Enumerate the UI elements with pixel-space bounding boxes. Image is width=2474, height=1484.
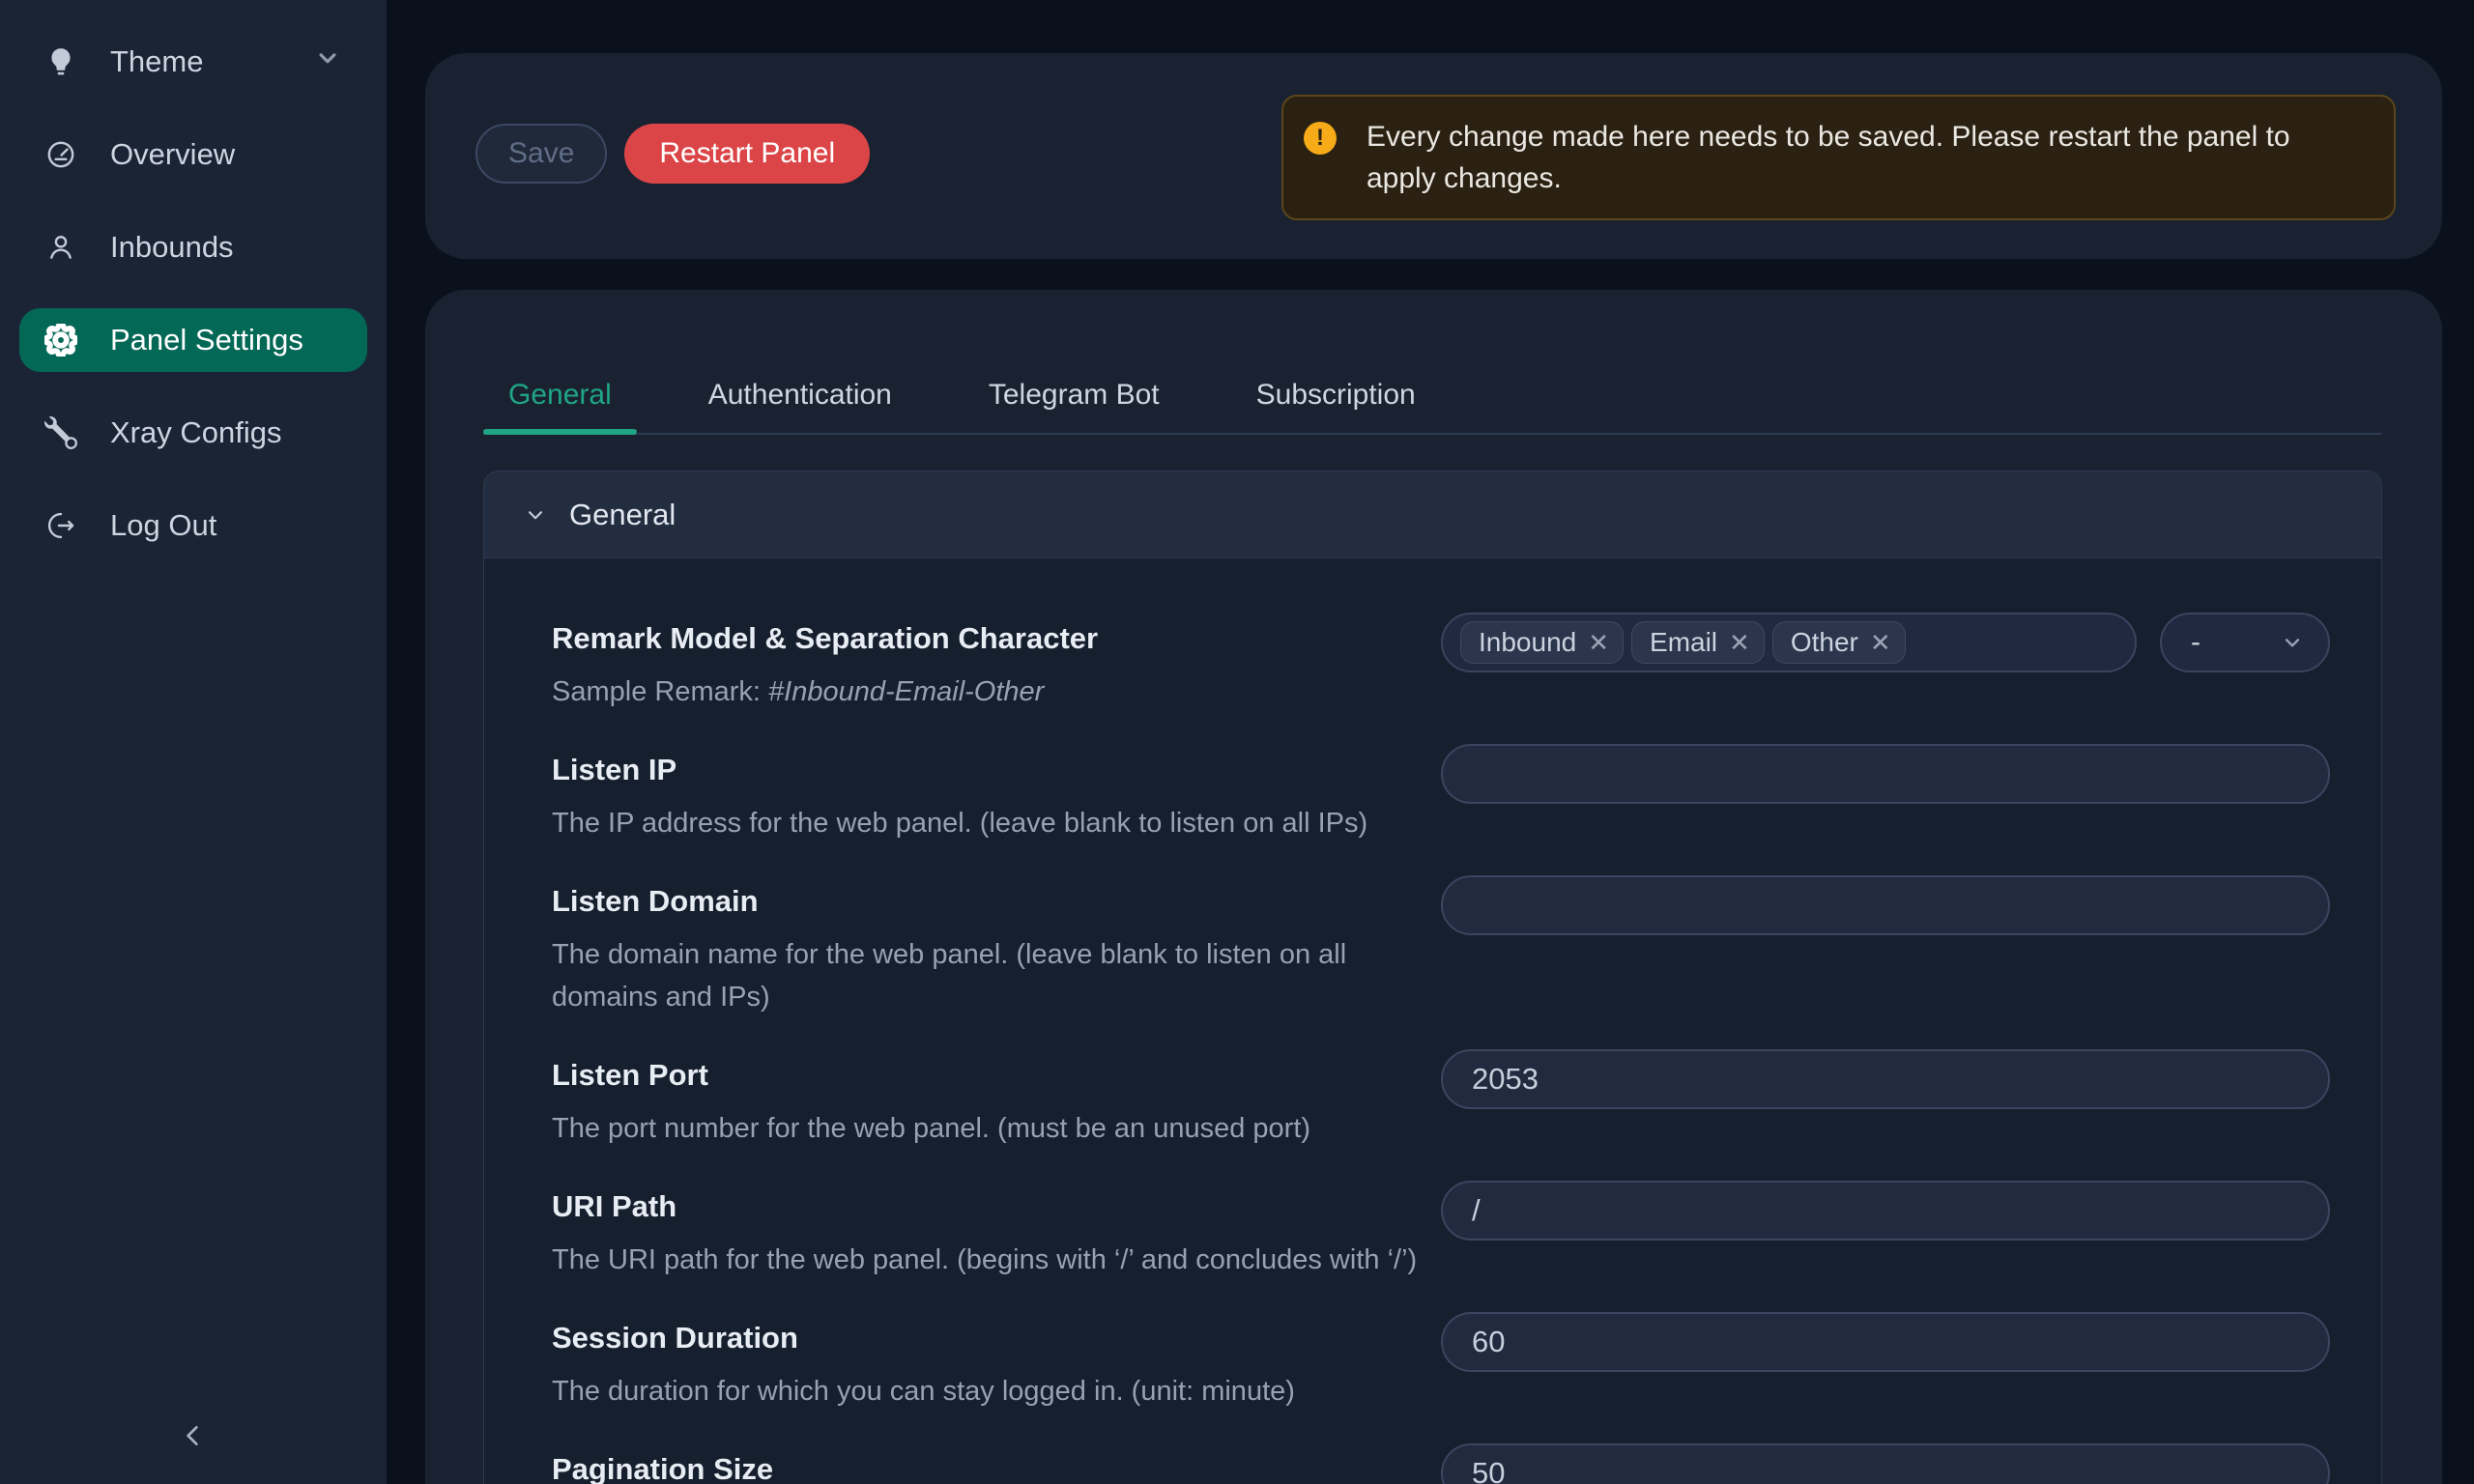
form-row-listen-ip: Listen IP The IP address for the web pan… [552,744,2328,844]
form-row-left: Pagination Size [552,1443,1441,1484]
warning-alert-text: Every change made here needs to be saved… [1366,116,2362,199]
form-row-left: Listen IP The IP address for the web pan… [552,744,1441,844]
form-row-control [1441,744,2330,844]
session-duration-input[interactable] [1441,1312,2330,1372]
remark-tag: Inbound ✕ [1460,621,1624,664]
user-icon [44,231,77,264]
sample-remark-value: #Inbound-Email-Other [768,676,1044,707]
form-row-uri-path: URI Path The URI path for the web panel.… [552,1181,2328,1281]
field-help: The domain name for the web panel. (leav… [552,933,1412,1018]
warning-alert: ! Every change made here needs to be sav… [1281,95,2396,220]
close-icon[interactable]: ✕ [1729,630,1750,655]
wrench-icon [44,416,77,449]
toolbar-card: Save Restart Panel ! Every change made h… [425,53,2442,259]
form-row-left: Remark Model & Separation Character Samp… [552,613,1441,713]
settings-card: General Authentication Telegram Bot Subs… [425,290,2442,1484]
field-label: Remark Model & Separation Character [552,620,1412,657]
close-icon[interactable]: ✕ [1588,630,1609,655]
field-label: Listen Port [552,1057,1412,1094]
sidebar-item-label: Overview [110,137,235,172]
field-label: Pagination Size [552,1451,1412,1484]
form-row-listen-domain: Listen Domain The domain name for the we… [552,875,2328,1018]
uri-path-input[interactable] [1441,1181,2330,1241]
field-help: The URI path for the web panel. (begins … [552,1239,1412,1281]
save-button[interactable]: Save [475,124,607,184]
sidebar-item-xray-configs[interactable]: Xray Configs [19,401,367,465]
field-help: Sample Remark: #Inbound-Email-Other [552,671,1412,713]
remark-tag: Email ✕ [1631,621,1765,664]
listen-domain-input[interactable] [1441,875,2330,935]
general-collapse-header[interactable]: General [484,471,2381,558]
separator-value: - [2191,626,2201,659]
form-row-left: URI Path The URI path for the web panel.… [552,1181,1441,1281]
chevron-down-icon [2280,630,2305,655]
section-title: General [569,498,676,532]
remark-model-multiselect[interactable]: Inbound ✕ Email ✕ Other ✕ [1441,613,2137,672]
sample-remark-prefix: Sample Remark: [552,676,768,707]
form-row-control [1441,1312,2330,1413]
dashboard-icon [44,138,77,171]
sidebar-item-label: Log Out [110,508,216,543]
sidebar-item-logout[interactable]: Log Out [19,494,367,557]
general-collapse-panel: General Remark Model & Separation Charac… [483,471,2382,1484]
field-help: The port number for the web panel. (must… [552,1107,1412,1150]
remark-tag: Other ✕ [1772,621,1906,664]
form-row-session-duration: Session Duration The duration for which … [552,1312,2328,1413]
chevron-down-icon [313,43,342,80]
sidebar-item-label: Inbounds [110,230,234,265]
form-row-remark-model: Remark Model & Separation Character Samp… [552,613,2328,713]
lightbulb-icon [44,45,77,78]
tab-subscription[interactable]: Subscription [1231,357,1441,433]
sidebar-nav: Theme Overview Inbounds Panel Settings [0,0,387,557]
sidebar-item-label: Theme [110,44,203,79]
tab-telegram-bot[interactable]: Telegram Bot [964,357,1185,433]
tag-label: Email [1650,627,1717,658]
sidebar-item-panel-settings[interactable]: Panel Settings [19,308,367,372]
form-row-control [1441,1049,2330,1150]
gear-icon [44,324,77,357]
separator-select[interactable]: - [2160,613,2330,672]
general-form: Remark Model & Separation Character Samp… [484,558,2381,1484]
sidebar-item-theme[interactable]: Theme [19,30,367,94]
logout-icon [44,509,77,542]
main-content: Save Restart Panel ! Every change made h… [387,0,2474,1484]
form-row-left: Listen Domain The domain name for the we… [552,875,1441,1018]
form-row-control [1441,1181,2330,1281]
form-row-control [1441,875,2330,1018]
restart-panel-button[interactable]: Restart Panel [624,124,870,184]
toolbar-buttons: Save Restart Panel [475,124,870,184]
form-row-pagination-size: Pagination Size [552,1443,2328,1484]
tag-label: Other [1791,627,1858,658]
tab-authentication[interactable]: Authentication [683,357,917,433]
form-row-listen-port: Listen Port The port number for the web … [552,1049,2328,1150]
sidebar-item-overview[interactable]: Overview [19,123,367,186]
listen-ip-input[interactable] [1441,744,2330,804]
field-label: Listen IP [552,752,1412,788]
field-label: Listen Domain [552,883,1412,920]
close-icon[interactable]: ✕ [1870,630,1891,655]
settings-tabs: General Authentication Telegram Bot Subs… [483,357,2382,435]
sidebar: Theme Overview Inbounds Panel Settings [0,0,387,1484]
sidebar-item-label: Panel Settings [110,323,303,357]
chevron-left-icon [178,1420,209,1451]
sidebar-item-label: Xray Configs [110,415,281,450]
listen-port-input[interactable] [1441,1049,2330,1109]
field-help: The duration for which you can stay logg… [552,1370,1412,1413]
sidebar-collapse-button[interactable] [0,1407,387,1465]
form-row-left: Listen Port The port number for the web … [552,1049,1441,1150]
form-row-control: Inbound ✕ Email ✕ Other ✕ - [1441,613,2330,713]
tab-general[interactable]: General [483,357,637,433]
form-row-left: Session Duration The duration for which … [552,1312,1441,1413]
warning-icon: ! [1304,122,1337,155]
pagination-size-input[interactable] [1441,1443,2330,1484]
field-label: Session Duration [552,1320,1412,1356]
field-help: The IP address for the web panel. (leave… [552,802,1412,844]
sidebar-item-inbounds[interactable]: Inbounds [19,215,367,279]
field-label: URI Path [552,1188,1412,1225]
form-row-control [1441,1443,2330,1484]
chevron-down-icon [523,502,548,528]
tag-label: Inbound [1479,627,1576,658]
